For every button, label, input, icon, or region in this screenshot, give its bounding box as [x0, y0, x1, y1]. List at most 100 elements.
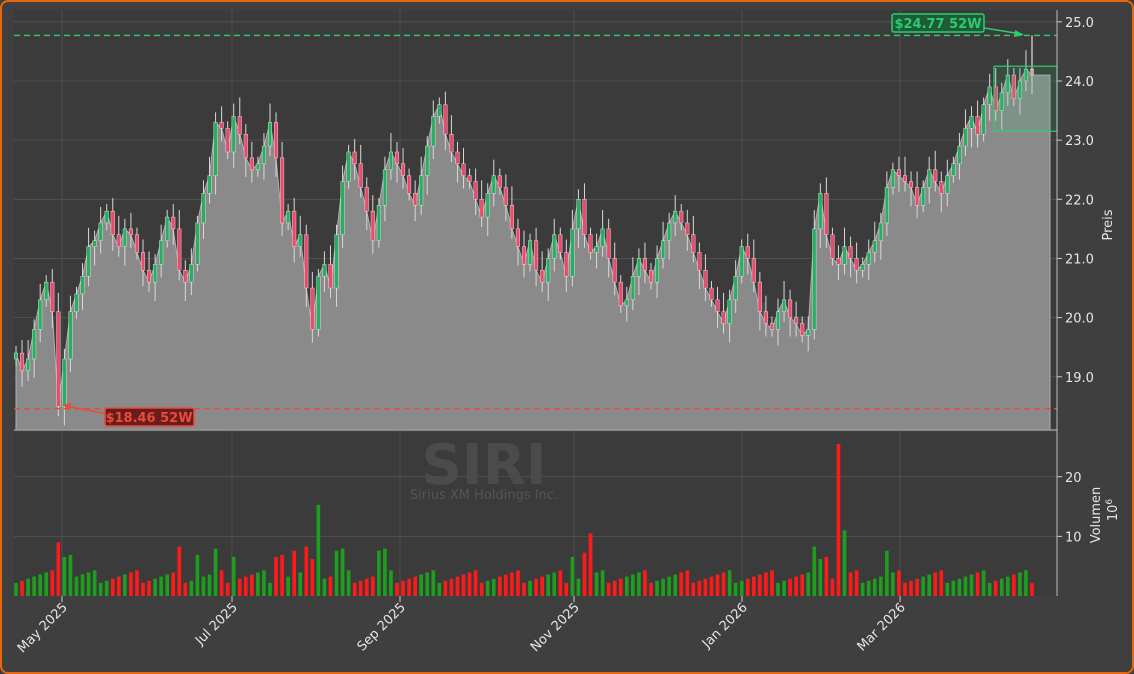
volume-bar [141, 582, 145, 596]
candle-body [921, 187, 926, 206]
price-axis-label: Preis [1101, 209, 1116, 240]
candle-body [86, 246, 91, 277]
volume-multiplier: 106 [1105, 499, 1121, 522]
candle-body [848, 246, 853, 259]
candle-body [195, 222, 200, 265]
candle-body [957, 145, 962, 165]
candle-body [74, 293, 79, 312]
volume-bar [999, 578, 1004, 596]
candle-body [836, 258, 841, 265]
candle-body [461, 163, 466, 176]
candle-body [225, 128, 230, 153]
volume-bar [588, 533, 593, 596]
candle-body [896, 169, 901, 176]
volume-bar [739, 580, 744, 596]
candle-body [419, 175, 424, 206]
candle-body [153, 264, 158, 283]
candle-body [274, 122, 279, 159]
volume-bar [243, 576, 248, 596]
price-tick-label: 19.0 [1065, 371, 1094, 386]
volume-bar [824, 556, 829, 596]
volume-bar [878, 576, 883, 596]
candle-body [364, 187, 369, 212]
candle-body [20, 352, 25, 372]
candle-body [884, 187, 889, 224]
candle-body [812, 228, 817, 330]
volume-bar [528, 580, 532, 596]
volume-bar [189, 580, 194, 596]
volume-bar [455, 576, 460, 596]
volume-bar [377, 550, 381, 596]
candle-body [243, 134, 248, 159]
candle-body [782, 299, 787, 312]
volume-bar [195, 554, 200, 596]
volume-bar [322, 578, 327, 596]
volume-bar [437, 582, 442, 596]
volume-bar [649, 582, 653, 596]
candle-body [80, 275, 85, 295]
candle-body [267, 122, 273, 147]
volume-bar [304, 546, 309, 596]
candle-body [521, 246, 527, 265]
volume-bar [358, 580, 363, 596]
volume-bar [685, 570, 690, 596]
x-tick-label: Mar 2026 [855, 600, 909, 654]
candle-body [987, 86, 992, 105]
volume-bar [661, 578, 665, 596]
candle-body [794, 317, 799, 324]
candle-body [576, 199, 581, 230]
volume-bar [800, 574, 805, 596]
volume-bar [153, 578, 157, 596]
volume-bar [280, 554, 284, 596]
volume-tick-label: 20 [1065, 471, 1082, 486]
volume-bar [68, 554, 73, 596]
candle-body [425, 145, 430, 176]
volume-bar [346, 570, 351, 596]
candle-body [401, 163, 406, 176]
volume-bar [92, 570, 97, 596]
volume-bar [485, 580, 490, 596]
candle-body [703, 270, 708, 289]
candle-body [866, 252, 871, 265]
candle-body [667, 222, 672, 241]
volume-bar [491, 578, 496, 596]
low-52w-label: $18.46 52W [105, 411, 192, 426]
candle-body [860, 264, 865, 271]
volume-bar [225, 582, 230, 596]
candle-body [763, 311, 768, 324]
volume-bar [933, 572, 938, 596]
volume-bar [818, 559, 823, 596]
candle-body [413, 193, 418, 206]
volume-bar [201, 576, 206, 596]
volume-bar [135, 570, 139, 596]
volume-bar [788, 578, 792, 596]
volume-bar [921, 576, 925, 596]
candle-body [316, 275, 321, 330]
candle-body [38, 299, 43, 330]
volume-bar [14, 582, 18, 596]
candle-body [334, 234, 339, 289]
volume-bar [177, 546, 182, 596]
candle-body [715, 299, 720, 312]
candle-body [902, 175, 908, 182]
candle-body [854, 258, 859, 271]
volume-bar [123, 574, 127, 596]
candle-body [630, 275, 635, 301]
candle-body [673, 210, 678, 224]
volume-bar [74, 576, 79, 596]
candle-body [140, 252, 146, 271]
candlestick-chart: forexsignale.trade SIRI Sirius XM Holdin… [13, 10, 1121, 656]
volume-bar [715, 574, 720, 596]
candle-body [600, 228, 605, 247]
volume-bar [262, 570, 266, 596]
volume-bar [794, 576, 798, 596]
candle-body [582, 199, 587, 235]
candle-body [757, 281, 762, 312]
volume-bar [98, 582, 103, 596]
watermark-company: Sirius XM Holdings Inc. [410, 488, 558, 503]
volume-bar [764, 572, 768, 596]
chart-frame: forexsignale.trade SIRI Sirius XM Holdin… [0, 0, 1134, 674]
candle-body [534, 240, 539, 271]
candle-body [788, 299, 793, 318]
volume-bar [80, 574, 85, 596]
